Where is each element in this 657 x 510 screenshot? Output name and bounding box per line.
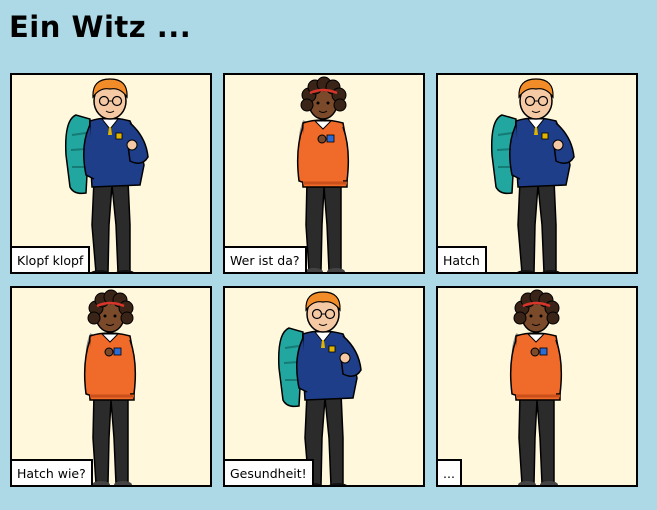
comic-panel-1: Klopf klopf <box>10 73 212 274</box>
comic-panel-4: Hatch wie? <box>10 286 212 487</box>
panel-caption: Wer ist da? <box>225 246 307 272</box>
panel-caption: Hatch wie? <box>12 459 93 485</box>
girl-figure <box>509 289 563 485</box>
girl-figure <box>83 289 137 485</box>
comic-panel-6: ... <box>436 286 638 487</box>
boy-figure <box>277 291 362 485</box>
comic-panel-5: Gesundheit! <box>223 286 425 487</box>
panel-caption: Klopf klopf <box>12 246 91 272</box>
girl-figure <box>296 76 350 272</box>
boy-figure <box>490 78 575 272</box>
comic-panel-3: Hatch <box>436 73 638 274</box>
comic-panel-2: Wer ist da? <box>223 73 425 274</box>
panel-caption: Hatch <box>438 246 487 272</box>
panel-caption: Gesundheit! <box>225 459 314 485</box>
page-title: Ein Witz ... <box>9 10 192 44</box>
panel-caption: ... <box>438 459 462 485</box>
boy-figure <box>64 78 149 272</box>
